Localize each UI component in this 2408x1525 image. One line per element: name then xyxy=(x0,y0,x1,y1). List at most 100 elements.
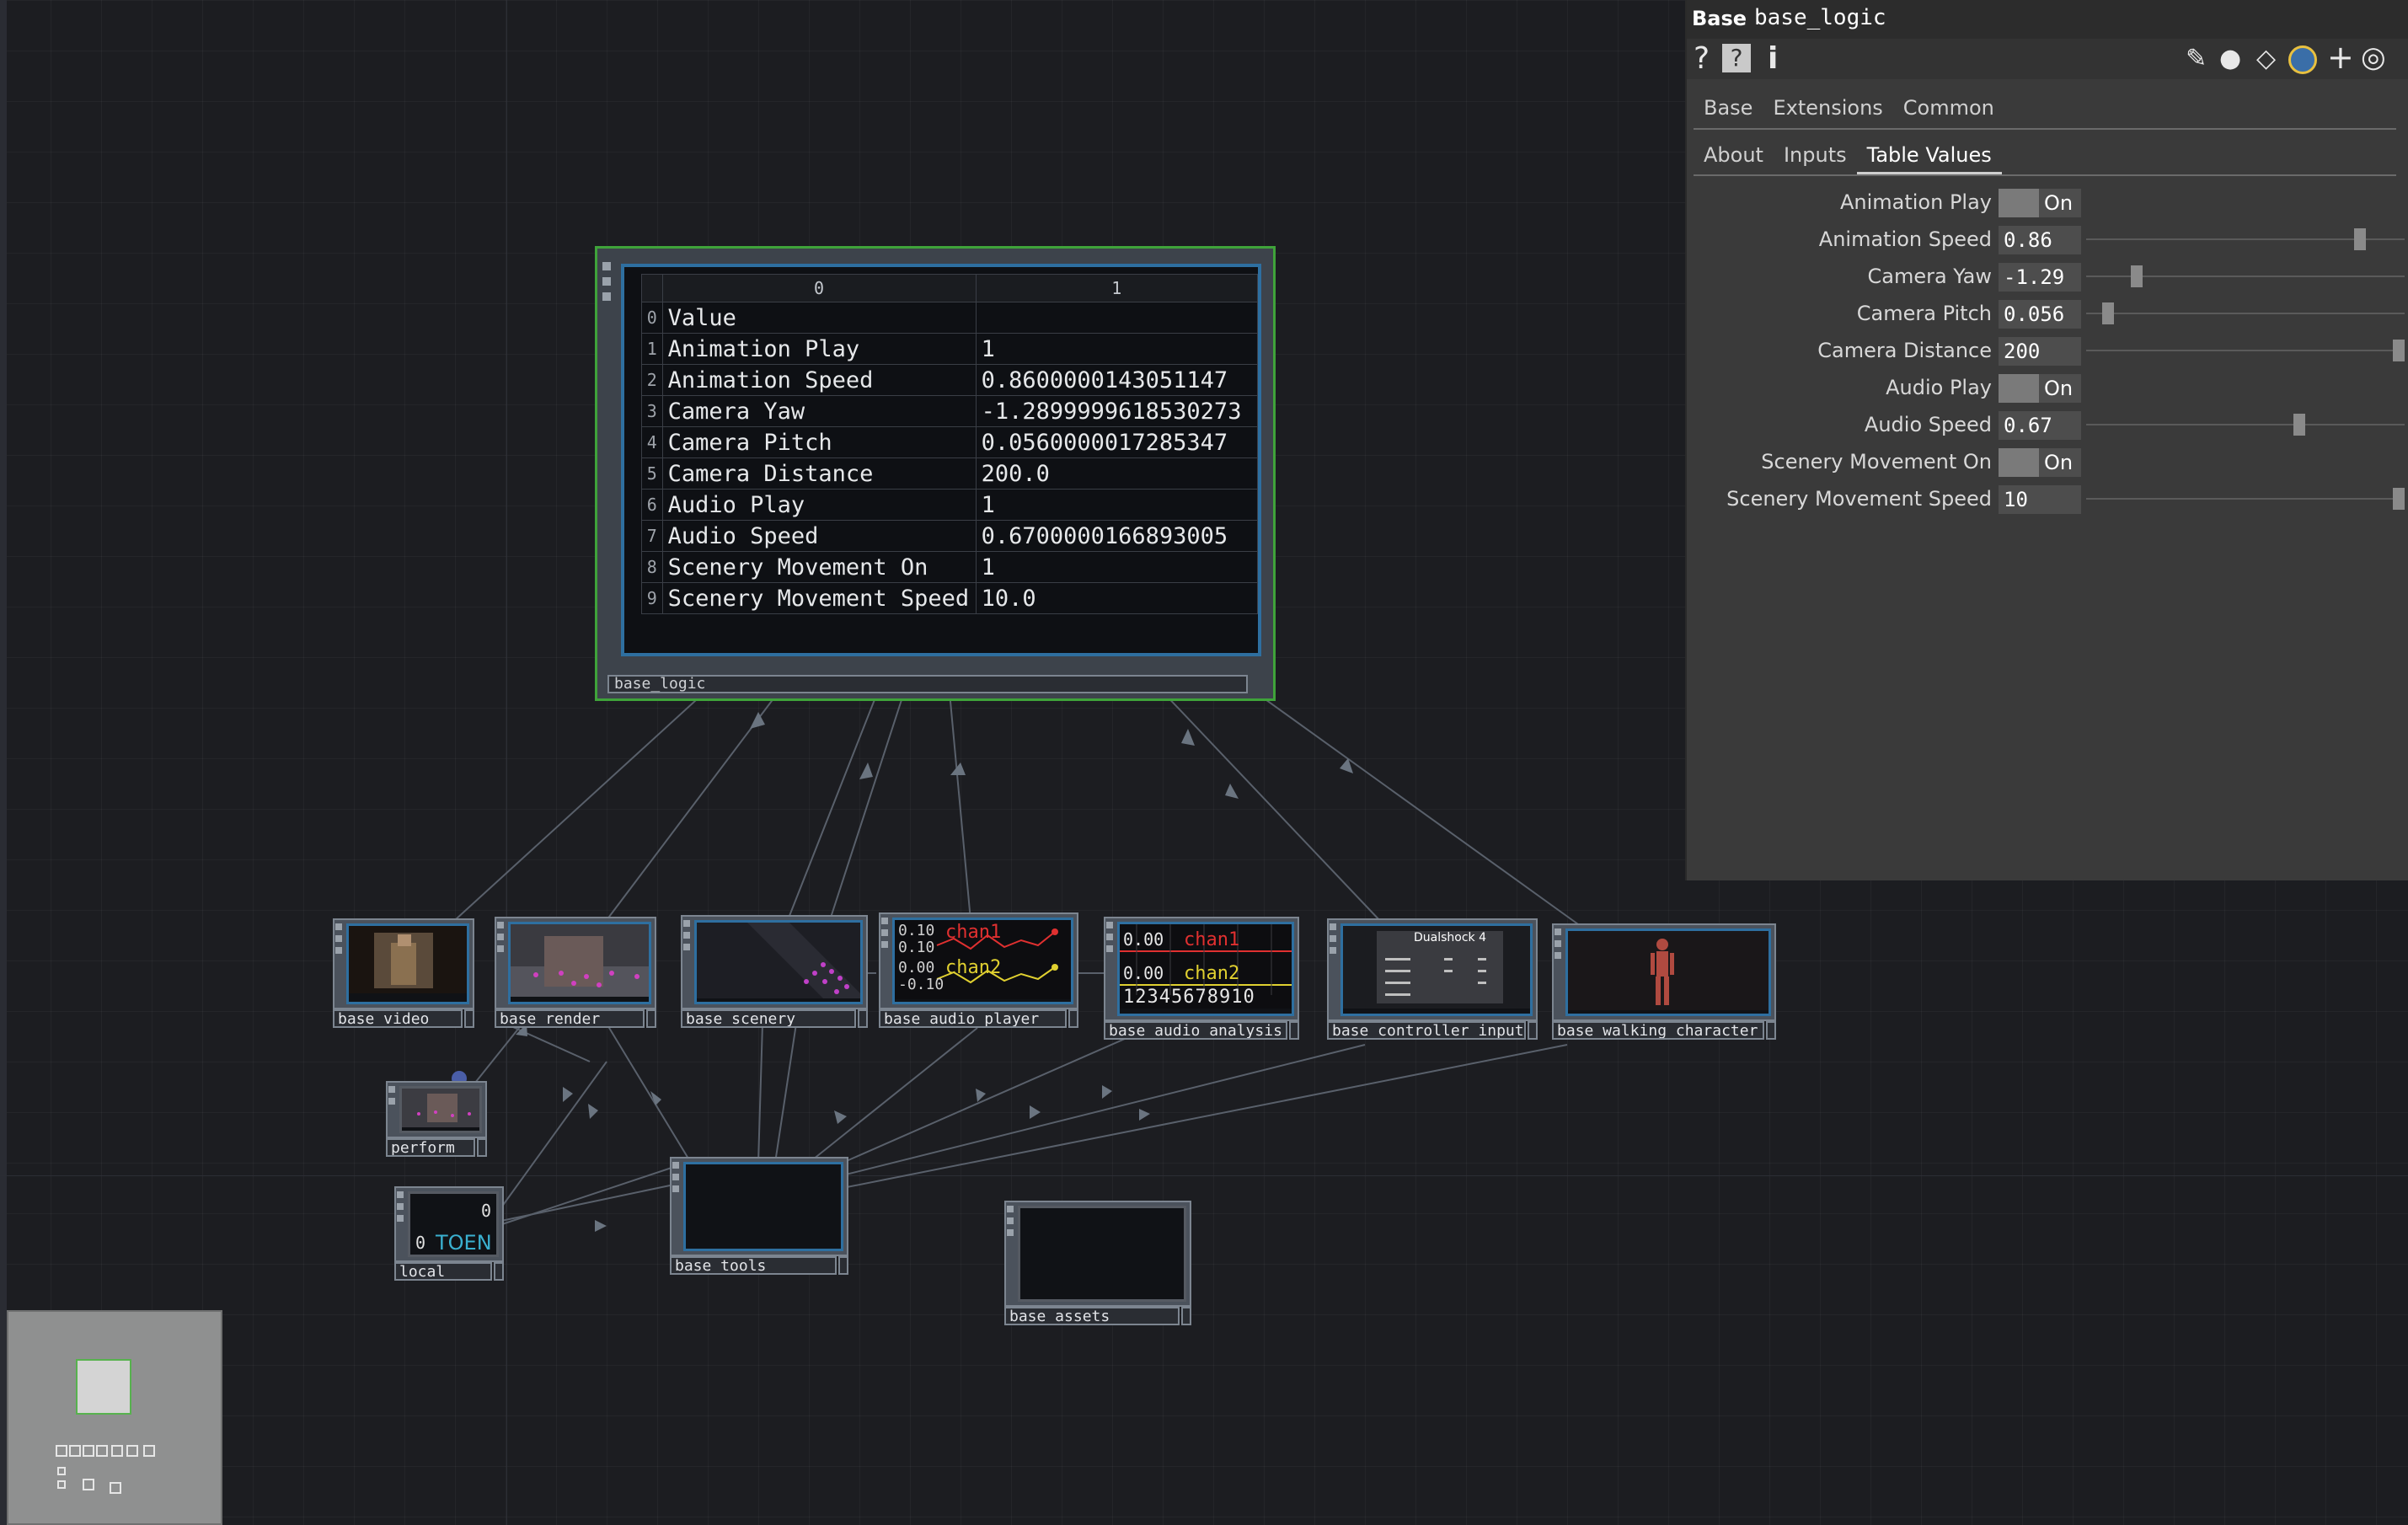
minimap-node xyxy=(57,1467,66,1475)
node-label[interactable]: base_render xyxy=(495,1009,645,1028)
node-viewer-toggle[interactable] xyxy=(838,1256,848,1275)
node-label[interactable]: base_video xyxy=(333,1009,463,1028)
node-flags[interactable] xyxy=(1007,1206,1015,1241)
base-assets-node[interactable]: base_assets xyxy=(1004,1201,1191,1325)
node-flags[interactable] xyxy=(683,920,692,955)
node-viewer-toggle[interactable] xyxy=(1181,1307,1191,1325)
node-flags[interactable] xyxy=(497,922,506,957)
python-icon[interactable] xyxy=(2288,45,2317,74)
node-viewer-toggle[interactable] xyxy=(646,1009,656,1028)
network-minimap[interactable] xyxy=(7,1310,222,1525)
slider-camera-pitch[interactable] xyxy=(2086,302,2405,324)
node-viewer-toggle[interactable] xyxy=(464,1009,474,1028)
node-viewer-toggle[interactable] xyxy=(477,1138,487,1157)
node-viewer-toggle[interactable] xyxy=(1766,1021,1776,1040)
base-video-node[interactable]: base_video xyxy=(333,918,474,1028)
slider-handle[interactable] xyxy=(2393,340,2405,361)
value-field-animation-speed[interactable]: 0.86 xyxy=(1999,226,2081,254)
base-logic-node[interactable]: 0 1 0 Value 1 Animation Play 1 2 Animation S… xyxy=(595,246,1276,701)
operator-name[interactable]: base_logic xyxy=(1754,5,1886,30)
node-flags[interactable] xyxy=(397,1191,405,1227)
node-viewer-toggle[interactable] xyxy=(1068,1009,1078,1028)
node-flags[interactable] xyxy=(672,1162,681,1197)
node-viewer-toggle[interactable] xyxy=(494,1262,504,1281)
base-scenery-node[interactable]: base_scenery xyxy=(681,915,868,1028)
param-label: Camera Distance xyxy=(1817,339,1992,362)
info-icon[interactable]: i xyxy=(1768,42,1778,76)
row-name: Value xyxy=(661,302,977,334)
comment-icon[interactable]: ● xyxy=(2219,42,2241,76)
node-label[interactable]: base_scenery xyxy=(681,1009,856,1028)
value-readout: 0 xyxy=(480,1201,491,1221)
base-render-node[interactable]: base_render xyxy=(495,917,656,1028)
value-readout: 0.10 xyxy=(898,939,935,956)
help-icon[interactable]: ? xyxy=(1694,42,1710,76)
node-flags[interactable] xyxy=(881,918,890,953)
node-flags[interactable] xyxy=(1106,922,1115,957)
clear-eraser-icon[interactable]: ◇ xyxy=(2256,42,2276,76)
slider-camera-distance[interactable] xyxy=(2086,340,2405,361)
perform-node[interactable]: perform xyxy=(386,1081,487,1157)
tab-divider xyxy=(1694,174,2396,176)
base-controller-input-node[interactable]: Dualshock 4 base_controller_input xyxy=(1327,918,1538,1040)
tab-extensions[interactable]: Extensions xyxy=(1763,91,1892,125)
value-field-camera-pitch[interactable]: 0.056 xyxy=(1999,300,2081,329)
toggle-animation-play[interactable]: On xyxy=(1999,189,2081,217)
tab-inputs[interactable]: Inputs xyxy=(1774,138,1857,172)
table-row: 1 Animation Play 1 xyxy=(641,333,1259,365)
local-node[interactable]: 0 0 TOEN local xyxy=(394,1186,504,1281)
node-label[interactable]: perform xyxy=(386,1138,475,1157)
node-label[interactable]: base_audio_analysis xyxy=(1104,1021,1287,1040)
base-tools-node[interactable]: base_tools xyxy=(670,1157,848,1275)
value-field-camera-yaw[interactable]: -1.29 xyxy=(1999,263,2081,292)
toggle-audio-play[interactable]: On xyxy=(1999,374,2081,403)
toggle-scenery-movement-on[interactable]: On xyxy=(1999,448,2081,477)
node-flags[interactable] xyxy=(602,262,611,308)
node-label[interactable]: base_walking_character xyxy=(1552,1021,1764,1040)
slider-camera-yaw[interactable] xyxy=(2086,265,2405,287)
node-flags[interactable] xyxy=(388,1086,397,1110)
node-label[interactable]: base_assets xyxy=(1004,1307,1180,1325)
slider-handle[interactable] xyxy=(2131,265,2143,287)
slider-handle[interactable] xyxy=(2293,414,2306,436)
target-icon[interactable]: ◎ xyxy=(2361,40,2386,74)
node-flags[interactable] xyxy=(1554,928,1563,964)
value-field-scenery-movement-speed[interactable]: 10 xyxy=(1999,485,2081,514)
add-icon[interactable]: + xyxy=(2327,40,2354,74)
row-name: Scenery Movement Speed xyxy=(661,582,977,614)
tab-base[interactable]: Base xyxy=(1694,91,1763,125)
param-scenery-movement-speed: Scenery Movement Speed 10 xyxy=(1687,482,2408,516)
assets-preview xyxy=(1018,1206,1186,1302)
edit-pencil-icon[interactable]: ✎ xyxy=(2186,42,2207,76)
slider-animation-speed[interactable] xyxy=(2086,228,2405,250)
slider-audio-speed[interactable] xyxy=(2086,414,2405,436)
row-value: 0.8600000143051147 xyxy=(975,364,1259,396)
tab-common[interactable]: Common xyxy=(1893,91,2004,125)
tab-about[interactable]: About xyxy=(1694,138,1774,172)
slider-handle[interactable] xyxy=(2102,302,2115,324)
node-label[interactable]: base_audio_player xyxy=(879,1009,1067,1028)
value-field-audio-speed[interactable]: 0.67 xyxy=(1999,411,2081,440)
node-label[interactable]: base_controller_input xyxy=(1327,1021,1526,1040)
slider-handle[interactable] xyxy=(2393,488,2405,510)
value-field-camera-distance[interactable]: 200 xyxy=(1999,337,2081,366)
slider-handle[interactable] xyxy=(2354,228,2367,250)
node-label[interactable]: local xyxy=(394,1262,492,1281)
tab-table-values[interactable]: Table Values xyxy=(1856,138,2002,174)
table-row: 2 Animation Speed 0.8600000143051147 xyxy=(641,364,1259,396)
base-walking-character-node[interactable]: base_walking_character xyxy=(1552,923,1776,1040)
base-audio-analysis-node[interactable]: chan1 chan2 0.00 0.00 12345678910 base_a… xyxy=(1104,917,1299,1040)
node-viewer-toggle[interactable] xyxy=(858,1009,868,1028)
param-audio-play: Audio Play On xyxy=(1687,371,2408,404)
node-flags[interactable] xyxy=(335,923,344,959)
node-viewer-toggle[interactable] xyxy=(1528,1021,1538,1040)
node-label[interactable]: base_tools xyxy=(670,1256,837,1275)
audio-player-viewer: chan1 chan2 0.10 0.10 0.00 -0.10 xyxy=(892,918,1073,1004)
base-audio-player-node[interactable]: chan1 chan2 0.10 0.10 0.00 -0.10 base_au… xyxy=(879,912,1078,1028)
slider-scenery-movement-speed[interactable] xyxy=(2086,488,2405,510)
node-flags[interactable] xyxy=(1330,923,1338,959)
node-label[interactable]: base_logic xyxy=(607,675,1248,693)
param-animation-play: Animation Play On xyxy=(1687,185,2408,219)
python-help-icon[interactable]: ? xyxy=(1722,44,1751,72)
node-viewer-toggle[interactable] xyxy=(1289,1021,1299,1040)
